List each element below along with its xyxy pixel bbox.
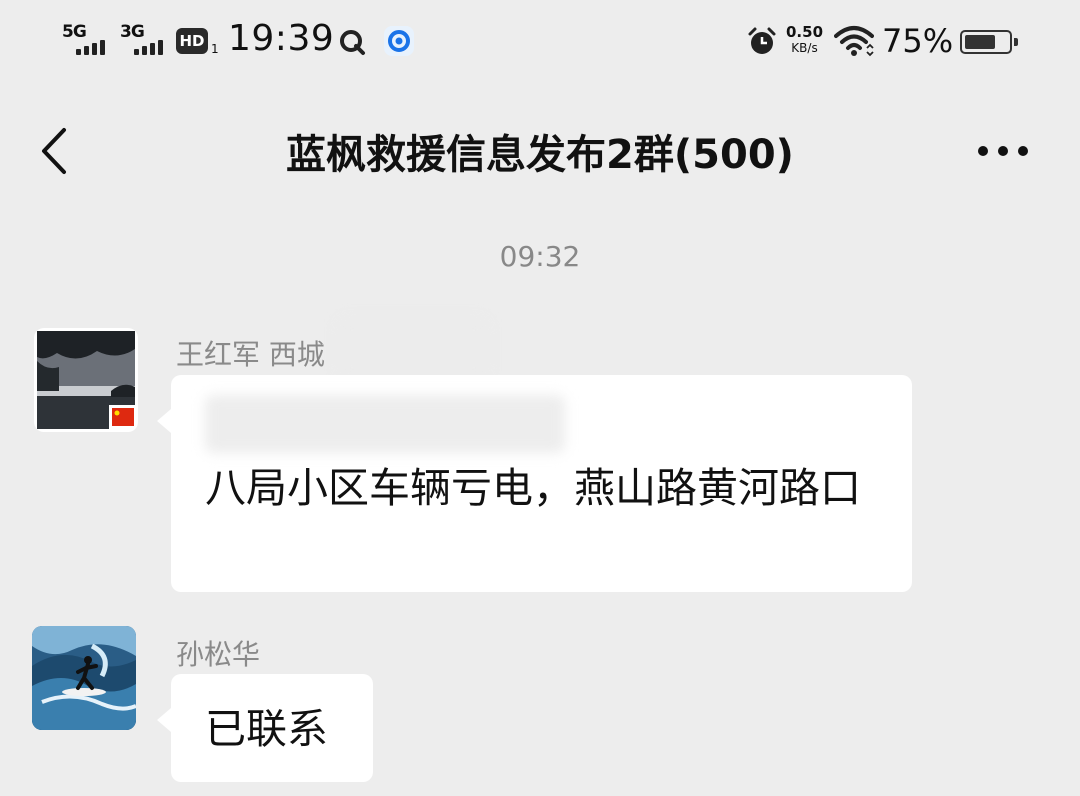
network-type-label: 5G [62, 22, 87, 42]
network-type-label: 3G [120, 22, 145, 42]
message-bubble[interactable]: 已联系 [157, 674, 373, 782]
wifi-icon [834, 26, 874, 57]
sender-name: 王红军 西城 [176, 338, 325, 371]
avatar[interactable] [34, 328, 138, 432]
hd-voice-icon: HD [176, 28, 208, 54]
network-speed-unit: KB/s [791, 41, 818, 55]
search-q-icon [340, 30, 365, 55]
chat-title: 蓝枫救援信息发布2群(500) [286, 132, 794, 178]
alarm-icon [748, 27, 776, 54]
message-text: 八局小区车辆亏电，燕山路黄河路口 [205, 464, 861, 512]
signal-3g-icon: 3G [120, 18, 172, 58]
redaction-blur [205, 395, 565, 453]
chat-header: 蓝枫救援信息发布2群(500) [0, 100, 1080, 204]
status-time: 19:39 [228, 18, 335, 59]
battery-percent: 75% [882, 22, 954, 60]
network-speed: 0.50 KB/s [786, 24, 823, 56]
message-text: 已联系 [205, 705, 328, 753]
message-timestamp: 09:32 [499, 240, 581, 273]
sender-name: 孙松华 [176, 638, 261, 671]
message-bubble[interactable]: 八局小区车辆亏电，燕山路黄河路口 [157, 375, 912, 592]
redaction-blur [338, 318, 488, 380]
hd-sim-index: 1 [211, 42, 219, 56]
battery-icon [960, 30, 1018, 54]
avatar-surfer-image [32, 626, 136, 730]
more-options-icon[interactable] [976, 144, 1030, 158]
avatar-landscape-image [37, 331, 135, 429]
app-notification-icon [384, 26, 414, 56]
signal-5g-icon: 5G [62, 18, 114, 58]
avatar[interactable] [32, 626, 136, 730]
status-bar: 5G 3G HD 1 19:39 0.50 KB/s 75% [0, 0, 1080, 84]
network-speed-value: 0.50 [786, 23, 824, 41]
